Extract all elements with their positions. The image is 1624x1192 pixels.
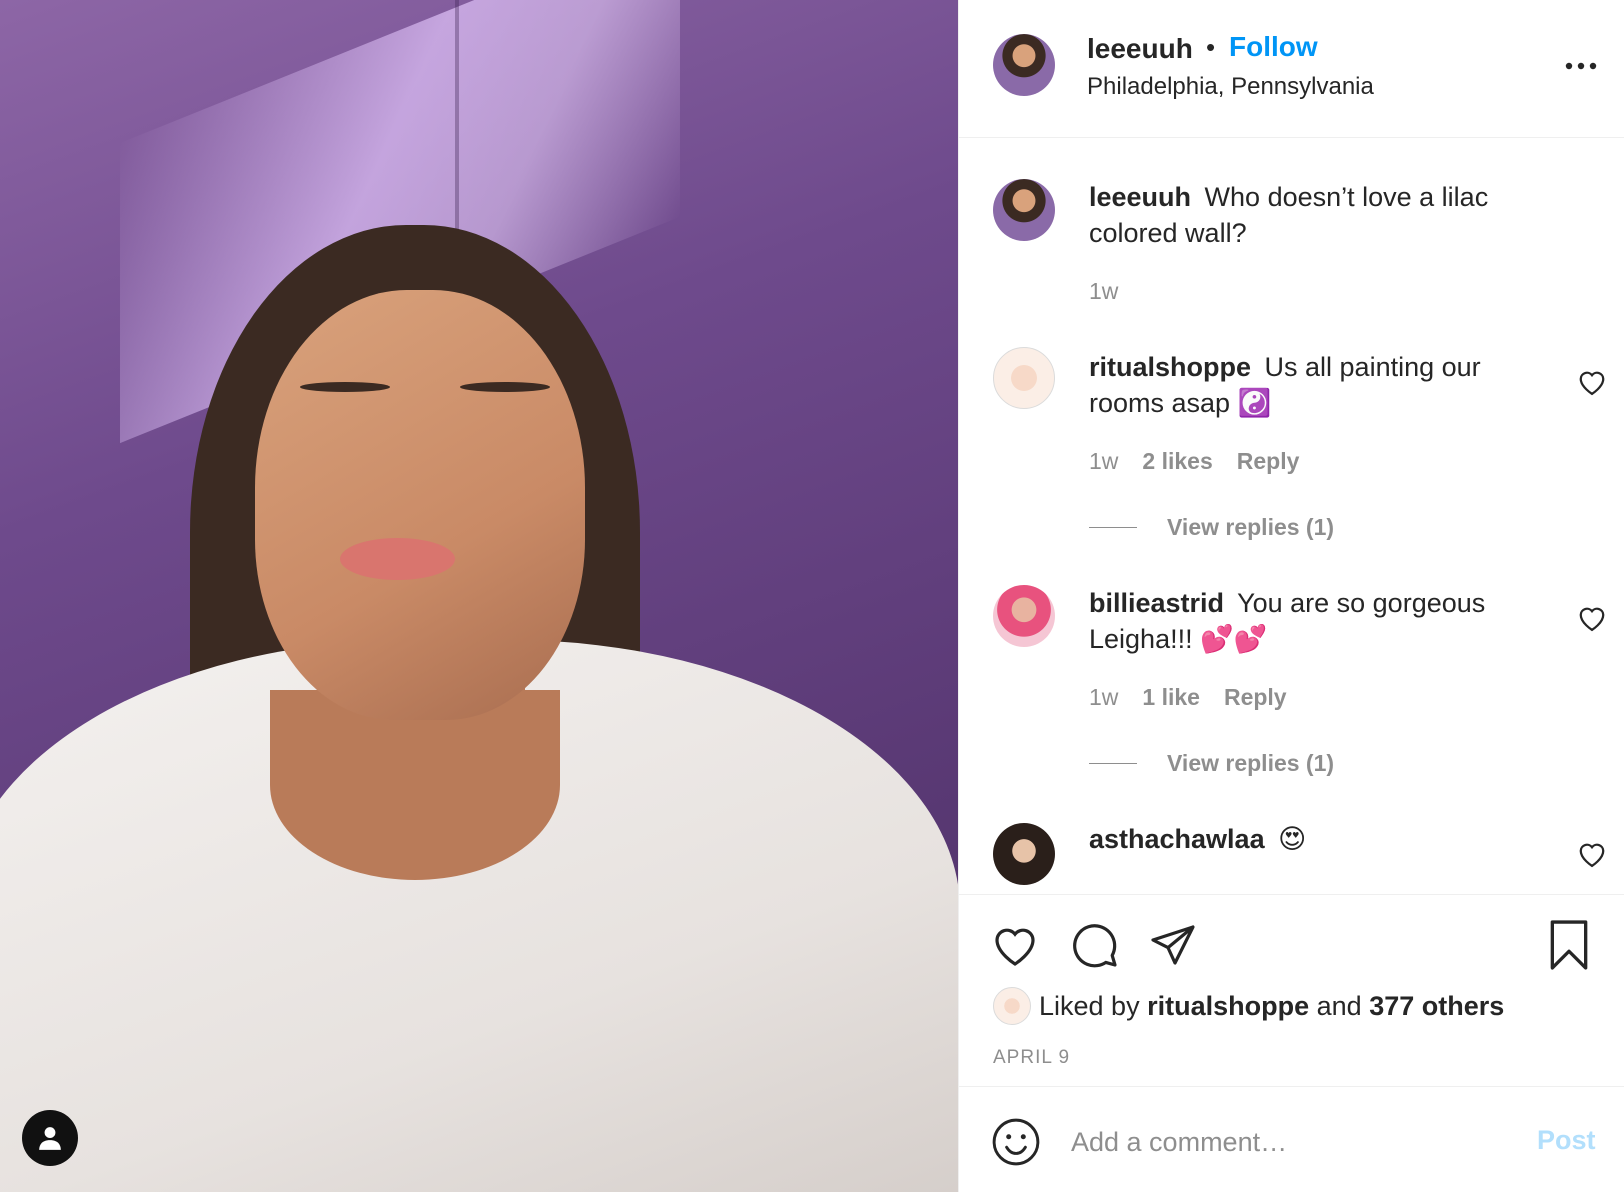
comment-username[interactable]: ritualshoppe [1089,352,1251,382]
likes-others-count[interactable]: 377 others [1369,991,1504,1022]
send-icon [1151,925,1195,965]
face [255,290,585,720]
comment-text: billieastrid You are so gorgeous Leigha!… [1089,585,1529,657]
commenter-avatar[interactable] [993,179,1055,241]
liker-avatar[interactable] [993,987,1031,1025]
replies-divider [1089,763,1137,764]
commenter-avatar[interactable] [993,585,1055,647]
commenter-avatar[interactable] [993,347,1055,409]
comment-meta: 1w [1089,278,1118,305]
author-avatar[interactable] [993,34,1055,96]
comment-button[interactable] [1069,919,1121,971]
comment-time[interactable]: 1w [1089,684,1118,711]
post-actions-area: Liked by ritualshoppe and 377 others APR… [959,894,1624,1086]
save-button[interactable] [1543,919,1595,971]
comment-meta: 1w 1 like Reply [1089,684,1287,711]
heart-eyes-emoji: 😍 [1278,824,1307,854]
comment-like-icon[interactable] [1577,604,1607,632]
comment-icon [1073,924,1117,968]
comment-text: leeeuuh Who doesn’t love a lilac colored… [1089,179,1529,251]
reply-button[interactable]: Reply [1224,684,1287,711]
liked-by-user[interactable]: ritualshoppe [1147,991,1309,1022]
comment-text: asthachawlaa 😍 [1089,821,1529,857]
post-comment-button[interactable]: Post [1537,1125,1596,1156]
bookmark-icon [1550,920,1588,970]
comment-like-icon[interactable] [1577,368,1607,396]
post-header: leeeuuh • Follow Philadelphia, Pennsylva… [959,0,1624,138]
comment-text: ritualshoppe Us all painting our rooms a… [1089,349,1529,421]
post-side-panel: leeeuuh • Follow Philadelphia, Pennsylva… [958,0,1624,1192]
follow-button[interactable]: Follow [1229,31,1318,63]
comments-list[interactable]: leeeuuh Who doesn’t love a lilac colored… [959,139,1624,894]
view-replies-button[interactable]: View replies (1) [1089,514,1334,541]
liked-by-and: and [1316,990,1362,1021]
comment-likes[interactable]: 1 like [1142,684,1200,711]
share-button[interactable] [1147,919,1199,971]
more-options-button[interactable] [1559,46,1603,86]
hearts-emoji: 💕💕 [1200,624,1268,654]
more-horizontal-icon [1565,62,1597,70]
reply-button[interactable]: Reply [1237,448,1300,475]
tagged-users-button[interactable] [22,1110,78,1166]
right-eyebrow [460,382,550,392]
replies-divider [1089,527,1137,528]
comment-input[interactable] [1071,1117,1491,1167]
comment-time[interactable]: 1w [1089,278,1118,305]
left-eyebrow [300,382,390,392]
comment-username[interactable]: billieastrid [1089,588,1224,618]
like-button[interactable] [989,919,1041,971]
author-username[interactable]: leeeuuh [1087,33,1193,65]
post-photo[interactable] [0,0,958,1192]
location-link[interactable]: Philadelphia, Pennsylvania [1087,73,1374,101]
comment-meta: 1w 2 likes Reply [1089,448,1299,475]
emoji-picker-icon[interactable] [991,1117,1041,1167]
lips [340,538,455,580]
comment-username[interactable]: asthachawlaa [1089,824,1265,854]
user-icon [39,1127,61,1150]
view-replies-label: View replies (1) [1167,514,1335,540]
comment-composer: Post [959,1086,1624,1192]
yin-yang-emoji: ☯️ [1237,388,1272,418]
comment-time[interactable]: 1w [1089,448,1118,475]
likes-summary: Liked by ritualshoppe and 377 others [993,987,1504,1025]
liked-by-prefix: Liked by [1039,990,1140,1021]
comment-like-icon[interactable] [1577,840,1607,868]
separator-dot: • [1206,32,1216,62]
comment-username[interactable]: leeeuuh [1089,182,1191,212]
heart-icon [995,928,1035,966]
post-date[interactable]: APRIL 9 [993,1047,1070,1069]
view-replies-label: View replies (1) [1167,750,1335,776]
view-replies-button[interactable]: View replies (1) [1089,750,1334,777]
commenter-avatar[interactable] [993,823,1055,885]
comment-likes[interactable]: 2 likes [1142,448,1212,475]
